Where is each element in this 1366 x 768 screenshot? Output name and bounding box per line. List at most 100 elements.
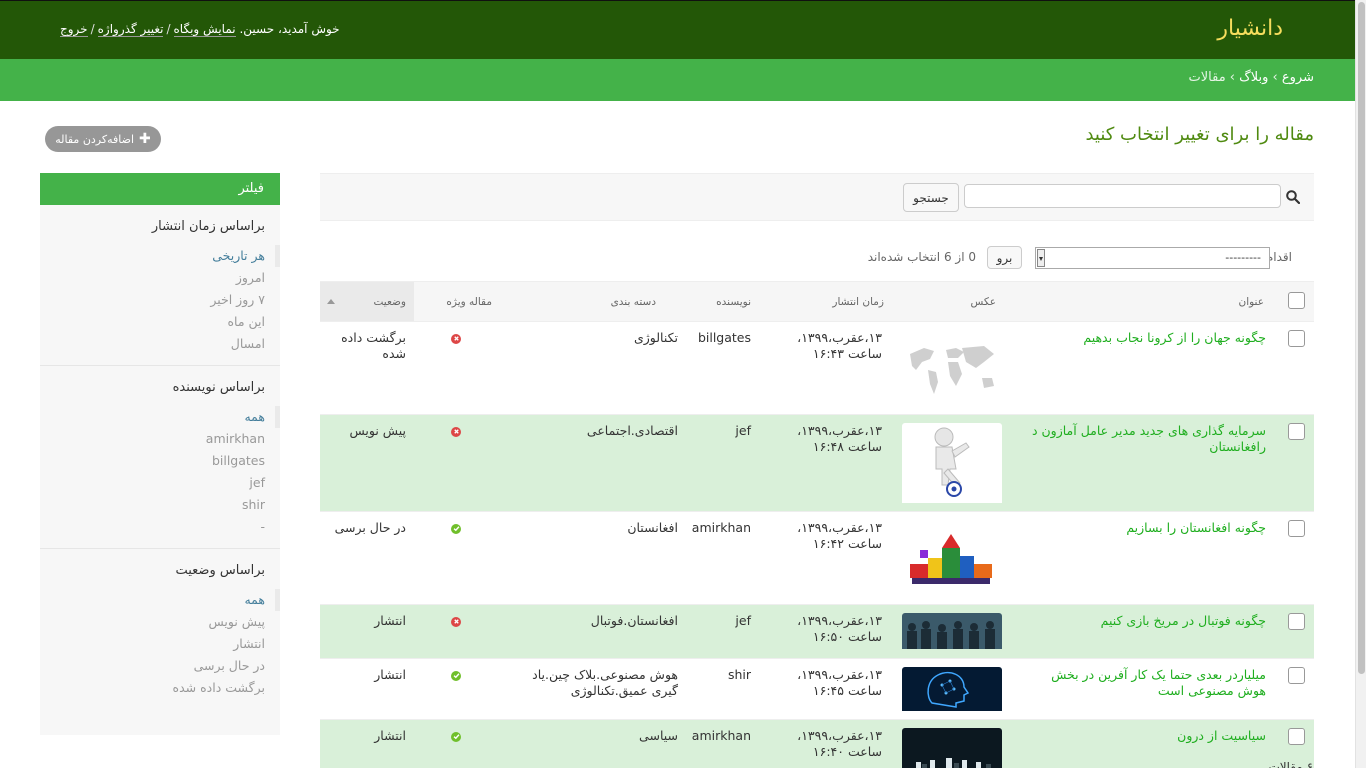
row-checkbox-cell bbox=[1274, 659, 1314, 720]
row-checkbox[interactable] bbox=[1288, 330, 1305, 347]
status-cell: انتشار bbox=[374, 667, 406, 682]
table-row: چگونه فوتبال در مریخ بازی کنیم ۱۳،عقرب،۱… bbox=[320, 604, 1314, 659]
search-input[interactable] bbox=[964, 184, 1281, 208]
article-title-link[interactable]: چگونه افغانستان را بسازیم bbox=[1126, 520, 1266, 535]
search-button[interactable]: جستجو bbox=[903, 183, 959, 212]
filter-option[interactable]: shir bbox=[40, 494, 280, 516]
action-select[interactable]: --------- bbox=[1035, 247, 1270, 269]
article-title-cell: چگونه فوتبال در مریخ بازی کنیم bbox=[1006, 605, 1274, 659]
article-image-cell bbox=[894, 415, 1006, 512]
filter-option[interactable]: همه bbox=[40, 589, 280, 611]
featured-cell bbox=[414, 659, 498, 720]
row-checkbox[interactable] bbox=[1288, 613, 1305, 630]
ai-head-image bbox=[902, 667, 1002, 715]
filter-group-publish-date: براساس زمان انتشار هر تاریخی امروز ۷ روز اخ… bbox=[40, 205, 280, 366]
sort-ascending-icon[interactable] bbox=[327, 299, 335, 304]
featured-cell bbox=[414, 605, 498, 659]
row-checkbox[interactable] bbox=[1288, 728, 1305, 745]
filter-option[interactable]: هر تاریخی bbox=[40, 245, 280, 267]
filter-option[interactable]: این ماه bbox=[40, 311, 280, 333]
article-title-link[interactable]: چگونه فوتبال در مریخ بازی کنیم bbox=[1101, 613, 1266, 628]
column-publish-date[interactable]: زمان انتشار bbox=[761, 281, 894, 322]
column-image: عکس bbox=[894, 281, 1006, 322]
filter-option[interactable]: amirkhan bbox=[40, 428, 280, 450]
filter-option[interactable]: همه bbox=[40, 406, 280, 428]
filter-option[interactable]: - bbox=[40, 516, 280, 538]
column-featured[interactable]: مقاله ویژه bbox=[414, 281, 498, 322]
article-image-cell bbox=[894, 605, 1006, 659]
row-checkbox[interactable] bbox=[1288, 423, 1305, 440]
column-status[interactable]: وضعیت bbox=[320, 281, 414, 322]
filter-group-title: براساس نویسنده bbox=[172, 380, 265, 395]
cross-icon bbox=[451, 616, 461, 627]
row-checkbox[interactable] bbox=[1288, 520, 1305, 537]
view-site-link[interactable]: نمایش وبگاه bbox=[173, 22, 236, 37]
soccer-figure-image bbox=[902, 423, 1002, 507]
article-title-cell: میلیاردر بعدی حتما یک کار آفرین در بخش ه… bbox=[1006, 659, 1274, 720]
breadcrumb-home[interactable]: شروع bbox=[1282, 70, 1314, 85]
filter-option[interactable]: billgates bbox=[40, 450, 280, 472]
breadcrumb-current: مقالات bbox=[1188, 70, 1226, 85]
chess-image bbox=[902, 728, 1002, 768]
change-password-link[interactable]: تغییر گذرواژه bbox=[97, 22, 164, 37]
category-cell: افغانستان bbox=[627, 520, 678, 535]
filter-option[interactable]: پیش نویس bbox=[40, 611, 280, 633]
filter-option[interactable]: jef bbox=[40, 472, 280, 494]
table-row: چگونه جهان را از کرونا نجاب بدهیم ۱۳،عقر… bbox=[320, 322, 1314, 415]
article-title-cell: سیاسیت از درون bbox=[1006, 720, 1274, 768]
filter-option[interactable]: امروز bbox=[40, 267, 280, 289]
scrollbar-thumb[interactable] bbox=[1358, 2, 1365, 674]
table-row: سیاسیت از درون ۱۳،عقرب،۱۳۹۹، ساعت ۱۶:۴۰ … bbox=[320, 719, 1314, 768]
add-article-label: اضافه‌کردن مقاله bbox=[55, 132, 135, 146]
column-category[interactable]: دسته بندی bbox=[498, 281, 686, 322]
go-button[interactable]: برو bbox=[987, 246, 1022, 269]
filter-title: فیلتر bbox=[40, 173, 280, 205]
article-title-link[interactable]: سرمایه گذاری های جدید مدیر عامل آمازون د… bbox=[1032, 423, 1266, 454]
author-cell: amirkhan bbox=[691, 728, 751, 743]
add-article-button[interactable]: ✚ اضافه‌کردن مقاله bbox=[45, 126, 161, 152]
filter-option[interactable]: انتشار bbox=[40, 633, 280, 655]
results-table: عنوان عکس زمان انتشار نویسنده دسته بندی … bbox=[320, 281, 1314, 768]
page-scrollbar[interactable] bbox=[1355, 0, 1366, 768]
table-row: میلیاردر بعدی حتما یک کار آفرین در بخش ه… bbox=[320, 659, 1314, 720]
author-cell: billgates bbox=[697, 330, 751, 345]
filter-option[interactable]: امسال bbox=[40, 333, 280, 355]
article-title-link[interactable]: سیاسیت از درون bbox=[1177, 728, 1266, 743]
check-icon bbox=[451, 523, 461, 534]
column-title[interactable]: عنوان bbox=[1006, 281, 1274, 322]
filter-option[interactable]: برگشت داده شده bbox=[40, 677, 280, 699]
row-checkbox[interactable] bbox=[1288, 667, 1305, 684]
search-icon bbox=[1286, 190, 1300, 204]
status-cell: انتشار bbox=[374, 613, 406, 628]
select-all-checkbox[interactable] bbox=[1288, 291, 1305, 309]
filter-group-author: براساس نویسنده همه amirkhan billgates jef shi… bbox=[40, 366, 280, 549]
chevron-down-icon bbox=[1037, 249, 1045, 267]
publish-date-cell: ۱۳،عقرب،۱۳۹۹، ساعت ۱۶:۴۳ bbox=[797, 330, 882, 361]
check-icon bbox=[451, 731, 461, 742]
article-title-link[interactable]: چگونه جهان را از کرونا نجاب بدهیم bbox=[1083, 330, 1266, 345]
result-count: ۶ مقالات bbox=[1268, 760, 1313, 768]
publish-date-cell: ۱۳،عقرب،۱۳۹۹، ساعت ۱۶:۴۰ bbox=[797, 728, 882, 759]
filter-option[interactable]: در حال برسی bbox=[40, 655, 280, 677]
status-cell: برگشت داده شده bbox=[341, 330, 406, 361]
site-brand[interactable]: دانشیار bbox=[1217, 16, 1283, 41]
article-title-link[interactable]: میلیاردر بعدی حتما یک کار آفرین در بخش ه… bbox=[1051, 667, 1266, 698]
article-title-cell: چگونه افغانستان را بسازیم bbox=[1006, 512, 1274, 605]
article-image-cell bbox=[894, 720, 1006, 768]
filter-panel: فیلتر براساس زمان انتشار هر تاریخی امروز ۷ … bbox=[40, 173, 280, 735]
logout-link[interactable]: خروج bbox=[60, 22, 88, 37]
filter-option[interactable]: ۷ روز اخیر bbox=[40, 289, 280, 311]
category-cell: سیاسی bbox=[639, 728, 678, 743]
breadcrumb-blog[interactable]: وبلاگ bbox=[1239, 70, 1268, 85]
featured-cell bbox=[414, 512, 498, 605]
plus-icon: ✚ bbox=[139, 131, 151, 147]
publish-date-cell: ۱۳،عقرب،۱۳۹۹، ساعت ۱۶:۵۰ bbox=[797, 613, 882, 644]
filter-group-title: براساس وضعیت bbox=[175, 563, 265, 578]
world-map-image bbox=[902, 330, 1002, 414]
crowd-image bbox=[902, 613, 1002, 653]
cross-icon bbox=[451, 333, 461, 344]
filter-group-title: براساس زمان انتشار bbox=[151, 219, 265, 234]
featured-cell bbox=[414, 322, 498, 415]
column-author[interactable]: نویسنده bbox=[686, 281, 761, 322]
breadcrumb: شروع › وبلاگ › مقالات bbox=[0, 59, 1355, 101]
